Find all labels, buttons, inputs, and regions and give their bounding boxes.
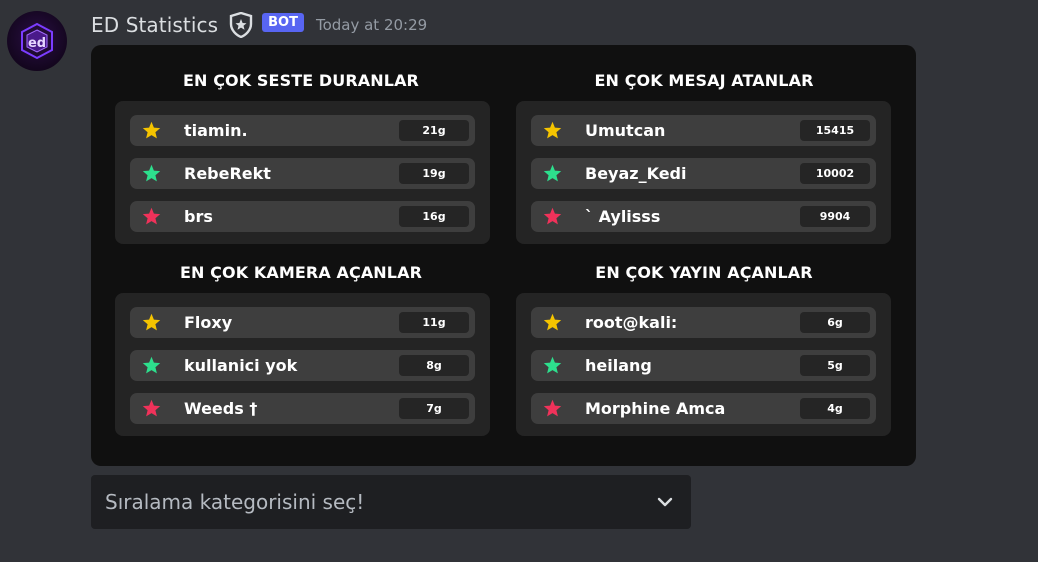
stat-value: 8g [399,355,469,376]
leaderboard-row: heilang 5g [531,350,876,381]
chat-message: ed ED Statistics BOT Today at 20:29 EN Ç… [0,0,1038,562]
stat-value: 6g [800,312,870,333]
leaderboard-row: RebeRekt 19g [130,158,475,189]
leaderboard-section: tiamin. 21g RebeRekt 19g brs 16g [115,101,490,244]
user-name: RebeRekt [184,164,271,183]
star-icon [142,164,161,182]
select-placeholder: Sıralama kategorisini seç! [105,490,365,514]
user-name: Weeds † [184,399,258,418]
star-icon [142,121,161,139]
avatar-text: ed [28,36,46,51]
user-name: Beyaz_Kedi [585,164,687,183]
statistics-card: EN ÇOK SESTE DURANLAR tiamin. 21g RebeRekt 1… [91,45,916,466]
user-name: brs [184,207,213,226]
user-name: tiamin. [184,121,248,140]
star-icon [543,356,562,374]
leaderboard-row: Umutcan 15415 [531,115,876,146]
star-icon [142,207,161,225]
stat-value: 9904 [800,206,870,227]
stat-value: 5g [800,355,870,376]
stat-value: 21g [399,120,469,141]
leaderboard-row: tiamin. 21g [130,115,475,146]
user-name: kullanici yok [184,356,298,375]
bot-badge: BOT [262,12,304,32]
stat-value: 15415 [800,120,870,141]
leaderboard-row: root@kali: 6g [531,307,876,338]
section-title: EN ÇOK SESTE DURANLAR [183,71,419,90]
user-name: Floxy [184,313,233,332]
star-icon [543,164,562,182]
leaderboard-row: Beyaz_Kedi 10002 [531,158,876,189]
leaderboard-row: brs 16g [130,201,475,232]
stat-value: 16g [399,206,469,227]
leaderboard-section: Floxy 11g kullanici yok 8g Weeds † 7g [115,293,490,436]
leaderboard-row: Weeds † 7g [130,393,475,424]
star-icon [543,399,562,417]
star-icon [142,313,161,331]
star-icon [543,207,562,225]
leaderboard-row: ` Aylisss 9904 [531,201,876,232]
user-name: Umutcan [585,121,666,140]
star-icon [543,313,562,331]
stat-value: 11g [399,312,469,333]
author-name[interactable]: ED Statistics [91,13,218,37]
user-name: heilang [585,356,652,375]
star-icon [142,399,161,417]
message-timestamp[interactable]: Today at 20:29 [316,16,427,34]
chevron-down-icon [657,497,673,507]
leaderboard-row: kullanici yok 8g [130,350,475,381]
star-icon [142,356,161,374]
leaderboard-section: Umutcan 15415 Beyaz_Kedi 10002 ` Aylisss 9904 [516,101,891,244]
leaderboard-row: Morphine Amca 4g [531,393,876,424]
section-title: EN ÇOK MESAJ ATANLAR [594,71,814,90]
stat-value: 4g [800,398,870,419]
message-header: ED Statistics BOT Today at 20:29 [91,10,427,40]
user-name: Morphine Amca [585,399,726,418]
leaderboard-section: root@kali: 6g heilang 5g Morphine Amca 4g [516,293,891,436]
star-icon [543,121,562,139]
leaderboard-row: Floxy 11g [130,307,475,338]
section-title: EN ÇOK YAYIN AÇANLAR [595,263,813,282]
user-name: root@kali: [585,313,678,332]
bot-avatar[interactable]: ed [7,11,67,71]
ed-logo-icon: ed [21,22,53,60]
stat-value: 7g [399,398,469,419]
shield-icon [228,11,254,39]
category-select[interactable]: Sıralama kategorisini seç! [91,475,691,529]
user-name: ` Aylisss [585,207,661,226]
section-title: EN ÇOK KAMERA AÇANLAR [179,263,422,282]
stat-value: 19g [399,163,469,184]
stat-value: 10002 [800,163,870,184]
